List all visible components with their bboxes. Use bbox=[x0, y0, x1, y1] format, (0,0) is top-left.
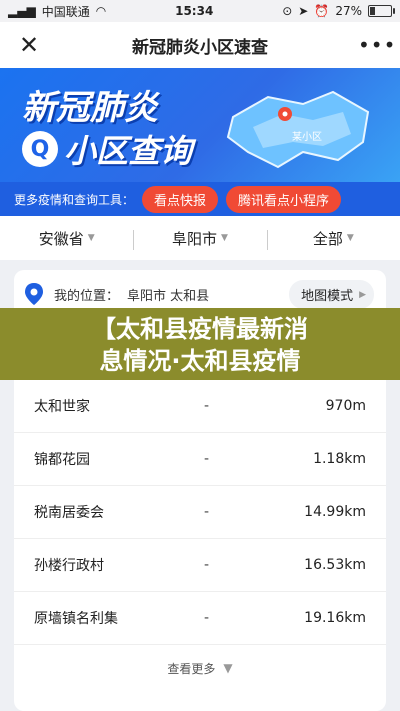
chevron-down-icon: ▼ bbox=[87, 233, 95, 243]
community-status: - bbox=[204, 610, 210, 626]
community-distance: 19.16km bbox=[304, 610, 366, 626]
community-status: - bbox=[204, 398, 210, 414]
page-title: 新冠肺炎小区速查 bbox=[132, 37, 268, 58]
title-bar: ✕ 新冠肺炎小区速查 ••• bbox=[0, 22, 400, 69]
carrier-name: 中国联通 bbox=[41, 4, 90, 19]
community-list: 太和世家 - 970m 锦都花园 - 1.18km 税南居委会 - 14.99k… bbox=[14, 380, 386, 645]
search-icon: Q bbox=[22, 131, 58, 167]
battery-percent: 27% bbox=[335, 4, 362, 18]
region-filters: 安徽省 ▼ 阜阳市 ▼ 全部 ▼ bbox=[0, 216, 400, 260]
district-filter[interactable]: 全部 ▼ bbox=[266, 228, 400, 250]
list-item[interactable]: 孙楼行政村 - 16.53km bbox=[14, 539, 386, 592]
list-item[interactable]: 太和世家 - 970m bbox=[14, 380, 386, 433]
list-item[interactable]: 税南居委会 - 14.99km bbox=[14, 486, 386, 539]
location-arrow-icon: ➤ bbox=[298, 4, 309, 18]
alarm-icon: ⏰ bbox=[314, 4, 330, 18]
banner-title-line2: 小区查询 bbox=[64, 132, 193, 170]
map-mode-label: 地图模式 bbox=[301, 289, 354, 304]
caption-overlay: 【太和县疫情最新消 息情况·太和县疫情 bbox=[0, 308, 400, 380]
community-status: - bbox=[204, 504, 210, 520]
chevron-down-icon: ▼ bbox=[221, 233, 228, 243]
orientation-lock-icon: ⊙ bbox=[282, 4, 293, 18]
community-name: 税南居委会 bbox=[34, 505, 104, 521]
tools-label: 更多疫情和查询工具： bbox=[14, 192, 135, 207]
province-filter[interactable]: 安徽省 ▼ bbox=[0, 228, 133, 249]
map-pin-label: 某小区 bbox=[292, 132, 322, 143]
map-mode-button[interactable]: 地图模式 ▶ bbox=[289, 280, 374, 309]
community-distance: 1.18km bbox=[313, 451, 366, 467]
kandian-news-button[interactable]: 看点快报 bbox=[142, 185, 219, 213]
list-item[interactable]: 锦都花园 - 1.18km bbox=[14, 433, 386, 486]
district-filter-label: 全部 bbox=[312, 229, 343, 248]
hero-banner: 新冠肺炎 Q 小区查询 某小区 bbox=[0, 68, 400, 182]
close-icon[interactable]: ✕ bbox=[16, 32, 42, 58]
more-icon[interactable]: ••• bbox=[358, 32, 395, 58]
community-name: 孙楼行政村 bbox=[34, 558, 104, 574]
battery-icon bbox=[367, 5, 395, 17]
map-illustration bbox=[226, 90, 370, 169]
caption-line1: 【太和县疫情最新消 bbox=[92, 315, 308, 343]
community-distance: 16.53km bbox=[304, 557, 366, 573]
community-distance: 14.99km bbox=[304, 504, 366, 520]
battery-fill bbox=[369, 7, 376, 15]
see-more-button[interactable]: 查看更多 ▼ bbox=[14, 653, 386, 683]
status-bar: ▂▄▆ 中国联通 ◠ 15:34 ⊙ ➤ ⏰ 27% bbox=[0, 0, 400, 22]
community-distance: 970m bbox=[325, 398, 366, 414]
community-name: 太和世家 bbox=[34, 399, 90, 415]
community-status: - bbox=[204, 557, 210, 573]
province-filter-label: 安徽省 bbox=[38, 229, 84, 248]
kandian-miniprogram-button[interactable]: 腾讯看点小程序 bbox=[226, 185, 342, 213]
city-filter-label: 阜阳市 bbox=[172, 229, 218, 248]
chevron-down-icon: ▼ bbox=[223, 661, 233, 675]
status-time: 15:34 bbox=[175, 4, 214, 18]
caption-line2: 息情况·太和县疫情 bbox=[99, 347, 301, 375]
my-location-value: 阜阳市 太和县 bbox=[127, 288, 210, 304]
banner-title-line1: 新冠肺炎 bbox=[22, 88, 158, 128]
tools-bar: 更多疫情和查询工具： 看点快报 腾讯看点小程序 bbox=[0, 182, 400, 216]
location-pin-icon bbox=[25, 283, 43, 305]
play-icon: ▶ bbox=[359, 289, 366, 300]
chevron-down-icon: ▼ bbox=[346, 233, 354, 243]
wifi-icon: ◠ bbox=[95, 4, 107, 18]
my-location-row: 我的位置： 阜阳市 太和县 地图模式 ▶ bbox=[24, 280, 376, 309]
list-item[interactable]: 原墙镇名利集 - 19.16km bbox=[14, 592, 386, 645]
community-status: - bbox=[204, 451, 210, 467]
my-location-label: 我的位置： bbox=[54, 288, 120, 304]
see-more-label: 查看更多 bbox=[167, 661, 216, 676]
community-name: 原墙镇名利集 bbox=[34, 611, 118, 627]
community-name: 锦都花园 bbox=[34, 452, 90, 468]
signal-icon: ▂▄▆ bbox=[8, 4, 36, 18]
city-filter[interactable]: 阜阳市 ▼ bbox=[133, 228, 266, 250]
